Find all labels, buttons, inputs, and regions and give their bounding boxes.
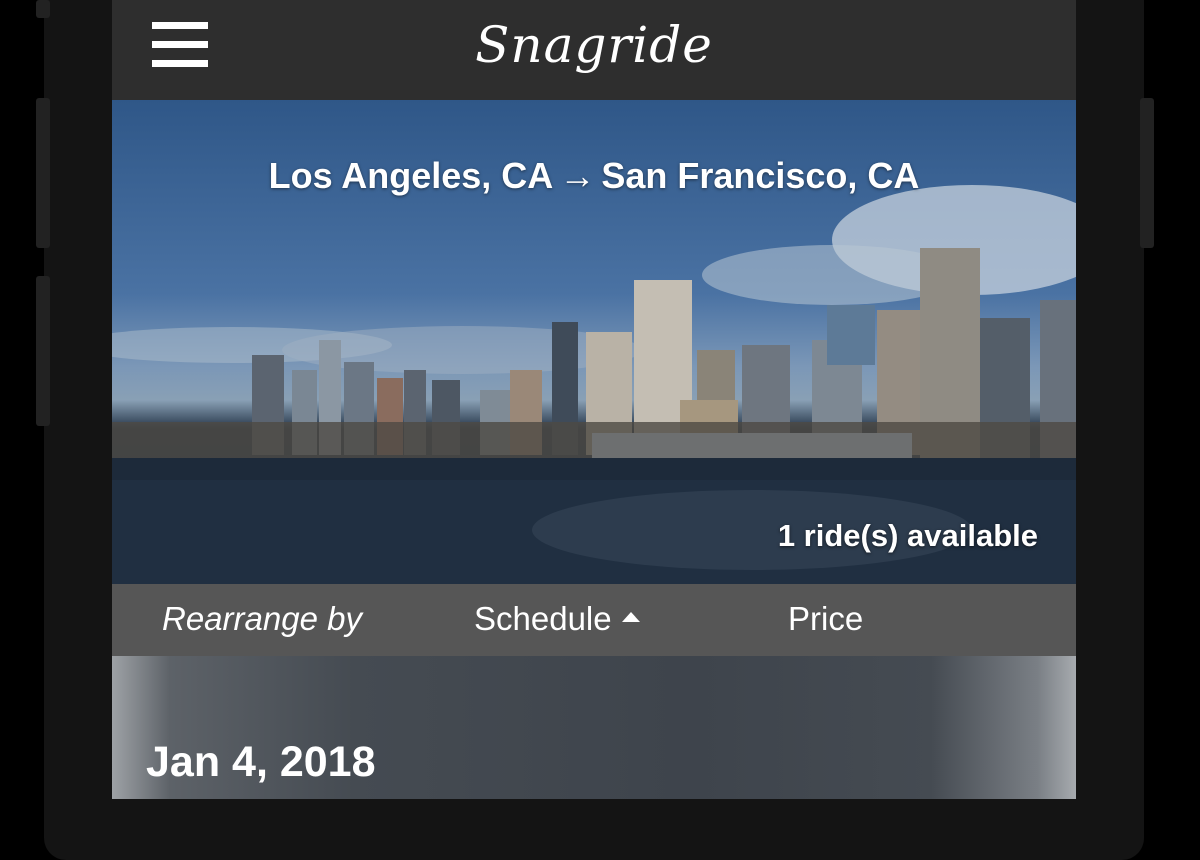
arrow-right-icon: → [559,155,596,196]
sort-label: Rearrange by [162,600,362,637]
sort-by-schedule-button[interactable]: Schedule [474,600,640,638]
app-logo[interactable]: Snagride [112,10,1076,80]
app-screen: Snagride Los Angeles, CA → San Francisco… [112,0,1076,799]
sort-by-price-button[interactable]: Price [788,600,863,638]
phone-side-button [36,98,50,248]
phone-side-button [36,276,50,426]
top-bar: Snagride [112,0,1076,100]
hero-banner: Los Angeles, CA → San Francisco, CA 1 ride… [112,100,1076,584]
origin-city: Los Angeles, CA [268,155,554,196]
rides-available-count: 1 ride(s) available [777,518,1038,553]
phone-side-button [1140,98,1154,248]
triangle-up-icon [621,612,640,623]
destination-city: San Francisco, CA [601,155,920,196]
ride-date-card[interactable]: Jan 4, 2018 [112,656,1076,799]
sort-bar: Rearrange by Schedule Price [112,584,1076,656]
phone-side-button [36,0,50,18]
ride-date: Jan 4, 2018 [146,738,376,786]
sort-schedule-label: Schedule [474,600,612,637]
route-heading: Los Angeles, CA → San Francisco, CA [112,155,1076,197]
